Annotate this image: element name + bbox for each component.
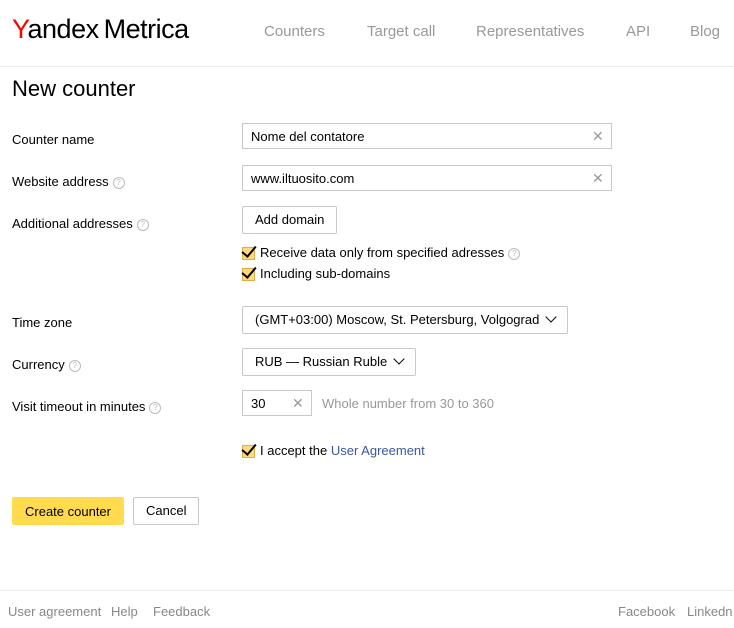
checkmark-icon — [241, 263, 257, 279]
help-icon[interactable]: ? — [149, 401, 162, 414]
nav-counters[interactable]: Counters — [264, 23, 325, 40]
visit-timeout-hint: Whole number from 30 to 360 — [322, 396, 494, 411]
yandex-metrica-logo[interactable]: Yandex Metrica — [12, 14, 189, 45]
help-icon[interactable]: ? — [136, 218, 149, 231]
time-zone-label: Time zone — [12, 315, 73, 330]
counter-name-label: Counter name — [12, 132, 95, 147]
footer-user-agreement-link[interactable]: User agreement — [8, 604, 101, 619]
footer-linkedin-link[interactable]: Linkedn — [687, 604, 733, 619]
add-domain-button[interactable]: Add domain — [242, 206, 338, 234]
help-icon[interactable]: ? — [68, 359, 81, 372]
footer-feedback-link[interactable]: Feedback — [153, 604, 210, 619]
currency-label: Currency? — [12, 357, 81, 372]
checkbox-checked[interactable] — [241, 242, 257, 261]
additional-addresses-label: Additional addresses? — [12, 216, 149, 231]
website-address-input[interactable] — [242, 165, 612, 191]
chevron-down-icon — [545, 311, 558, 323]
currency-select[interactable]: RUB — Russian Ruble — [242, 348, 417, 376]
user-agreement-link[interactable]: User Agreement — [331, 443, 425, 458]
cancel-button[interactable]: Cancel — [133, 497, 200, 525]
help-icon[interactable]: ? — [112, 176, 125, 189]
nav-api[interactable]: API — [626, 23, 650, 40]
checkbox-checked[interactable] — [241, 263, 257, 282]
top-header: Yandex Metrica Counters Target call Repre… — [0, 0, 734, 67]
checkmark-icon — [241, 440, 257, 456]
website-address-label: Website address? — [12, 174, 125, 189]
clear-visit-timeout-icon[interactable]: ✕ — [292, 396, 304, 410]
clear-website-address-icon[interactable]: ✕ — [592, 171, 604, 185]
chevron-down-icon — [393, 353, 405, 365]
nav-blog[interactable]: Blog — [690, 23, 720, 40]
checkbox-checked[interactable] — [241, 440, 257, 459]
agreement-checkbox-row[interactable]: I accept the User Agreement — [241, 440, 425, 459]
footer: User agreement Help Feedback Facebook Li… — [0, 590, 734, 628]
create-counter-button[interactable]: Create counter — [12, 497, 124, 525]
nav-target-call[interactable]: Target call — [367, 23, 435, 40]
clear-counter-name-icon[interactable]: ✕ — [592, 129, 604, 143]
subdomains-checkbox-row[interactable]: Including sub-domains — [241, 263, 390, 282]
specified-addresses-checkbox-row[interactable]: Receive data only from specified adresse… — [241, 242, 521, 261]
help-icon[interactable]: ? — [508, 247, 521, 260]
page-title: New counter — [12, 76, 136, 101]
footer-facebook-link[interactable]: Facebook — [618, 604, 675, 619]
checkmark-icon — [241, 242, 257, 258]
footer-help-link[interactable]: Help — [111, 604, 138, 619]
visit-timeout-label: Visit timeout in minutes? — [12, 399, 162, 414]
nav-representatives[interactable]: Representatives — [476, 23, 584, 40]
counter-name-input[interactable] — [242, 123, 612, 149]
time-zone-select[interactable]: (GMT+03:00) Moscow, St. Petersburg, Volg… — [242, 306, 569, 334]
